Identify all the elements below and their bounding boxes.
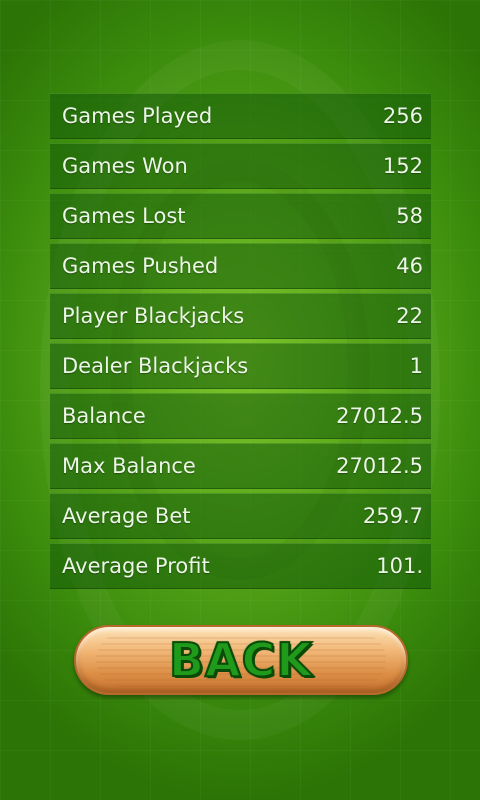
stat-row-games-lost: Games Lost 58 bbox=[50, 193, 431, 239]
stat-label: Max Balance bbox=[62, 454, 196, 478]
back-button-label: BACK bbox=[168, 632, 314, 688]
stat-label: Player Blackjacks bbox=[62, 304, 245, 328]
stat-value: 152 bbox=[382, 154, 423, 178]
stat-label: Games Played bbox=[62, 104, 213, 128]
stat-label: Games Pushed bbox=[62, 254, 219, 278]
stat-row-balance: Balance 27012.5 bbox=[50, 393, 431, 439]
back-button[interactable]: BACK bbox=[74, 625, 408, 695]
stat-label: Average Bet bbox=[62, 504, 191, 528]
stat-value: 101. bbox=[376, 554, 423, 578]
stat-row-average-bet: Average Bet 259.7 bbox=[50, 493, 431, 539]
stat-value: 259.7 bbox=[362, 504, 423, 528]
stat-label: Games Won bbox=[62, 154, 188, 178]
stats-table: Games Played 256 Games Won 152 Games Los… bbox=[50, 93, 431, 593]
stat-row-dealer-blackjacks: Dealer Blackjacks 1 bbox=[50, 343, 431, 389]
stat-row-player-blackjacks: Player Blackjacks 22 bbox=[50, 293, 431, 339]
stat-value: 27012.5 bbox=[336, 454, 423, 478]
stat-row-games-played: Games Played 256 bbox=[50, 93, 431, 139]
stat-value: 27012.5 bbox=[336, 404, 423, 428]
stat-row-average-profit: Average Profit 101. bbox=[50, 543, 431, 589]
stat-row-games-won: Games Won 152 bbox=[50, 143, 431, 189]
stat-value: 256 bbox=[382, 104, 423, 128]
stat-value: 46 bbox=[396, 254, 423, 278]
stat-label: Dealer Blackjacks bbox=[62, 354, 249, 378]
stat-label: Average Profit bbox=[62, 554, 210, 578]
stat-label: Balance bbox=[62, 404, 146, 428]
stat-label: Games Lost bbox=[62, 204, 186, 228]
stat-value: 58 bbox=[396, 204, 423, 228]
stat-value: 22 bbox=[396, 304, 423, 328]
stat-row-games-pushed: Games Pushed 46 bbox=[50, 243, 431, 289]
stat-row-max-balance: Max Balance 27012.5 bbox=[50, 443, 431, 489]
stat-value: 1 bbox=[409, 354, 423, 378]
